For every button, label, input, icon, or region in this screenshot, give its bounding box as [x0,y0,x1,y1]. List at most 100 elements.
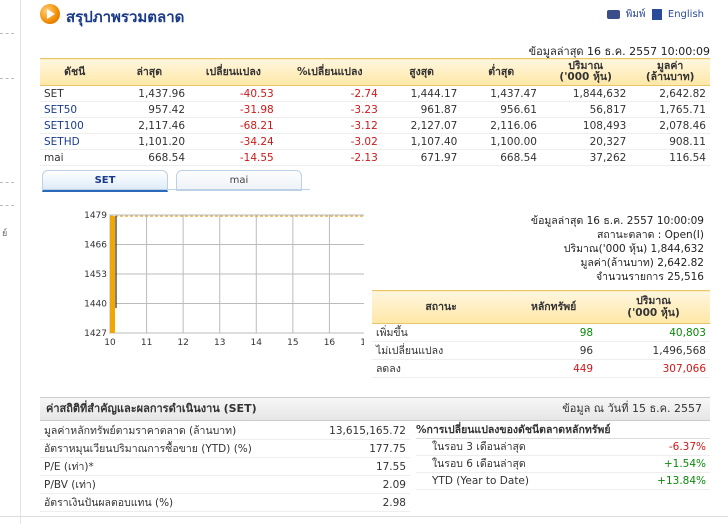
stat-label: P/E (เท่า)* [40,457,306,476]
page-title: สรุปภาพรวมตลาด [66,8,185,26]
english-flag-icon[interactable] [651,8,662,20]
index-table-header: ดัชนี [40,58,110,86]
table-row: SETHD 1,101.20 -34.24 -3.02 1,107.40 1,100.00… [40,133,710,150]
index-table-header: %เปลี่ยนแปลง [277,58,382,86]
cell-change: -34.24 [189,133,278,150]
sidebar-divider [0,78,14,79]
cell-name[interactable]: SET100 [40,117,110,134]
cell-pct: -3.23 [277,101,382,118]
cell-vol: 108,493 [540,117,631,134]
y-tick-label: 1453 [84,270,107,280]
stat-label: อัตราเงินปันผลตอบแทน (%) [40,493,306,512]
table-row: อัตราเงินปันผลตอบแทน (%) 2.98 [40,493,410,512]
sidebar-text-fragment: ย์ [2,229,8,239]
cell-last: 1,437.96 [109,85,190,102]
change-value: +13.84% [657,475,706,487]
y-tick-label: 1440 [84,300,107,310]
index-change-row: YTD (Year to Date) +13.84% [416,473,710,490]
table-row: P/BV (เท่า) 2.09 [40,475,410,494]
cell-high: 1,107.40 [381,133,462,150]
cell-name[interactable]: SET50 [40,101,110,118]
cell-vol: 1,844,632 [540,85,631,102]
status-label: ไม่เปลี่ยนแปลง [372,341,511,360]
stat-label: P/BV (เท่า) [40,475,306,494]
toolbar: พิมพ์ English [604,7,704,22]
key-stats-header: ค่าสถิติที่สำคัญและผลการดำเนินงาน (SET) … [40,397,710,421]
info-volume: ปริมาณ('000 หุ้น) 1,844,632 [563,243,704,255]
stat-value: 2.09 [305,475,410,494]
key-stats-table: มูลค่าหลักทรัพย์ตามราคาตลาด (ล้านบาท) 13,… [40,422,410,512]
x-tick-label: 15 [287,338,298,348]
index-change-row: ในรอบ 3 เดือนล่าสุด -6.37% [416,439,710,456]
table-row: P/E (เท่า)* 17.55 [40,457,410,476]
key-stats-title: ค่าสถิติที่สำคัญและผลการดำเนินงาน (SET) [46,402,257,415]
key-stats-date: ข้อมูล ณ วันที่ 15 ธ.ค. 2557 [562,402,702,415]
cell-high: 1,444.17 [381,85,462,102]
y-tick-label: 1427 [84,329,107,339]
info-status: สถานะตลาด : Open(I) [597,229,704,241]
stat-value: 177.75 [305,439,410,458]
cell-name[interactable]: SET [40,85,110,102]
stat-label: มูลค่าหลักทรัพย์ตามราคาตลาด (ล้านบาท) [40,422,306,440]
table-row: ลดลง 449 307,066 [372,359,710,378]
cell-val: 116.54 [630,149,710,166]
status-volume: 40,803 [597,323,710,342]
table-row: ไม่เปลี่ยนแปลง 96 1,496,568 [372,341,710,360]
stat-label: อัตราหมุนเวียนปริมาณการซื้อขาย (YTD) (%) [40,439,306,458]
index-table-header: ต่ำสุด [461,58,541,86]
cell-pct: -2.13 [277,149,382,166]
tab-underline [42,189,310,190]
volume-bar [110,216,115,333]
cell-change: -68.21 [189,117,278,134]
status-volume: 1,496,568 [597,341,710,360]
advance-decline-header: หลักทรัพย์ [510,290,598,324]
table-row: SET50 957.42 -31.98 -3.23 961.87 956.61 56,817… [40,101,710,118]
index-change-title: %การเปลี่ยนแปลงของดัชนีตลาดหลักทรัพย์ [416,422,710,439]
cell-high: 961.87 [381,101,462,118]
index-table-header: เปลี่ยนแปลง [189,58,278,86]
x-tick-label: 12 [177,338,188,348]
title-bar: สรุปภาพรวมตลาด พิมพ์ English [40,4,710,26]
advance-decline-header: ปริมาณ ('000 หุ้น) [597,290,710,324]
index-table-header: ปริมาณ ('000 หุ้น) [540,58,631,86]
left-sidebar-edge: ย์ [0,0,21,524]
table-row: เพิ่มขึ้น 98 40,803 [372,323,710,342]
cell-low: 956.61 [461,101,541,118]
cell-vol: 56,817 [540,101,631,118]
advance-decline-header: สถานะ [372,290,511,324]
cell-pct: -3.12 [277,117,382,134]
print-link[interactable]: พิมพ์ [626,9,646,20]
printer-icon[interactable] [606,9,620,19]
sidebar-divider [0,182,14,183]
table-row: SET100 2,117.46 -68.21 -3.12 2,127.07 2,116.0… [40,117,710,134]
cell-name[interactable]: mai [40,149,110,166]
status-label: เพิ่มขึ้น [372,323,511,342]
index-change-row: ในรอบ 6 เดือนล่าสุด +1.54% [416,456,710,473]
cell-vol: 37,262 [540,149,631,166]
index-table-header: ล่าสุด [109,58,190,86]
sidebar-divider [0,33,14,34]
tab-mai[interactable]: mai [176,170,302,191]
x-tick-label: 14 [251,338,263,348]
status-volume: 307,066 [597,359,710,378]
cell-name[interactable]: SETHD [40,133,110,150]
arrow-bullet-icon [40,4,60,24]
bottom-divider [0,516,728,517]
market-info: ข้อมูลล่าสุด 16 ธ.ค. 2557 10:00:09 สถานะ… [531,214,704,284]
index-change-box: %การเปลี่ยนแปลงของดัชนีตลาดหลักทรัพย์ ใน… [416,422,710,490]
stock-count: 96 [510,341,598,360]
stat-value: 13,615,165.72 [305,422,410,440]
stock-count: 449 [510,359,598,378]
cell-vol: 20,327 [540,133,631,150]
market-summary-panel: สรุปภาพรวมตลาด พิมพ์ English ข้อมูลล่าสุ… [32,0,716,524]
stat-value: 2.98 [305,493,410,512]
cell-low: 2,116.06 [461,117,541,134]
cell-high: 2,127.07 [381,117,462,134]
intraday-chart: 10 11 12 13 14 15 16 17 1479 1466 1453 1440 1427 [84,211,364,348]
index-table-header: สูงสุด [381,58,462,86]
table-row: mai 668.54 -14.55 -2.13 671.97 668.54 37,262 11… [40,149,710,166]
sidebar-divider [0,205,14,206]
english-link[interactable]: English [668,9,704,20]
table-row: มูลค่าหลักทรัพย์ตามราคาตลาด (ล้านบาท) 13,… [40,422,410,440]
cell-val: 908.11 [630,133,710,150]
